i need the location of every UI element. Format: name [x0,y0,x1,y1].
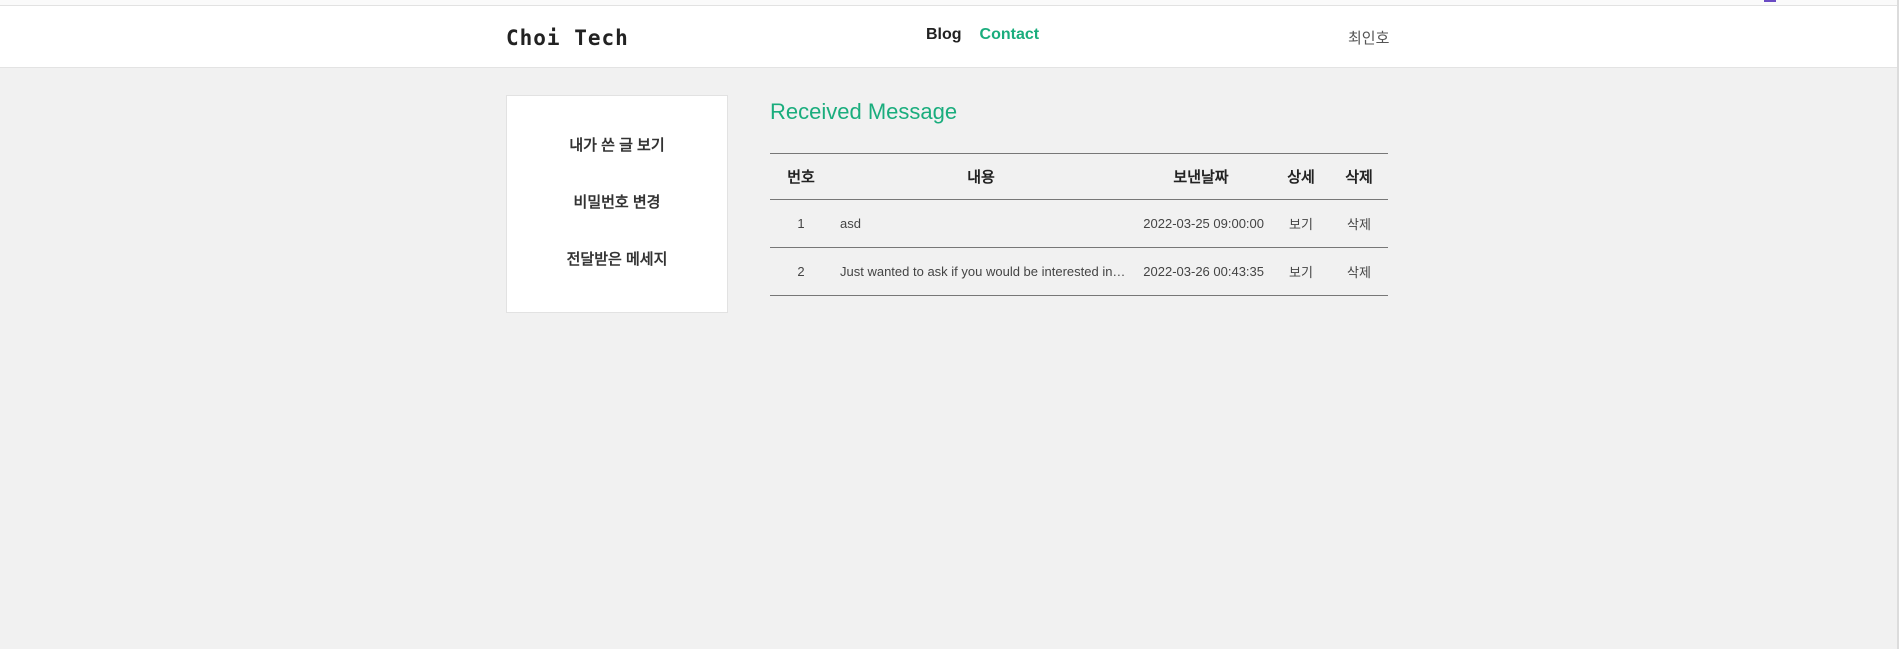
nav-link-contact[interactable]: Contact [980,26,1040,44]
column-header-date: 보낸날짜 [1130,153,1272,200]
table-row: 1 asd 2022-03-25 09:00:00 보기 삭제 [770,199,1388,248]
column-header-content: 내용 [832,153,1130,200]
nav-link-blog[interactable]: Blog [926,26,962,44]
row-content: asd [832,199,1130,248]
site-header: Choi Tech Blog Contact 최인호 [0,6,1899,68]
row-number: 1 [770,199,832,248]
site-logo[interactable]: Choi Tech [506,26,629,50]
sidebar-item-my-posts[interactable]: 내가 쓴 글 보기 [569,134,664,191]
row-content: Just wanted to ask if you would be inter… [832,247,1130,296]
column-header-detail: 상세 [1272,153,1330,200]
sidebar-item-change-password[interactable]: 비밀번호 변경 [574,191,661,248]
view-detail-link[interactable]: 보기 [1272,199,1330,248]
sidebar-item-received-messages[interactable]: 전달받은 메세지 [567,248,668,305]
row-date: 2022-03-25 09:00:00 [1130,199,1272,248]
view-detail-link[interactable]: 보기 [1272,247,1330,296]
messages-table: 번호 내용 보낸날짜 상세 삭제 1 asd 2022-03-25 09:00:… [770,153,1388,296]
mypage-sidebar: 내가 쓴 글 보기 비밀번호 변경 전달받은 메세지 [506,95,728,313]
main-nav: Blog Contact [926,26,1039,44]
main-content: Received Message 번호 내용 보낸날짜 상세 삭제 1 asd … [770,95,1388,296]
page-title: Received Message [770,99,958,124]
row-number: 2 [770,247,832,296]
delete-link[interactable]: 삭제 [1330,199,1388,248]
row-date: 2022-03-26 00:43:35 [1130,247,1272,296]
delete-link[interactable]: 삭제 [1330,247,1388,296]
column-header-delete: 삭제 [1330,153,1388,200]
user-name-link[interactable]: 최인호 [1348,27,1389,48]
table-row: 2 Just wanted to ask if you would be int… [770,247,1388,296]
column-header-number: 번호 [770,153,832,200]
table-header-row: 번호 내용 보낸날짜 상세 삭제 [770,153,1388,200]
top-accent-mark [1764,0,1776,2]
